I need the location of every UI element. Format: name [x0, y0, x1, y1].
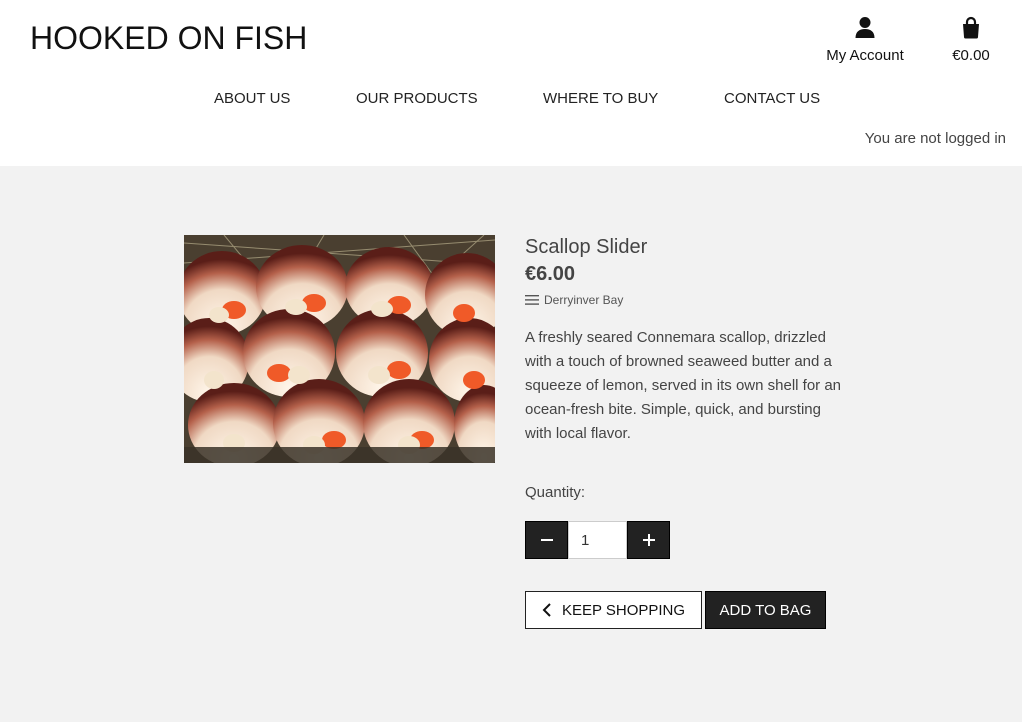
add-to-bag-label: ADD TO BAG — [719, 601, 812, 619]
product-price: €6.00 — [525, 263, 576, 285]
quantity-stepper — [525, 521, 670, 559]
site-logo[interactable]: HOOKED ON FISH — [30, 20, 307, 57]
bars-icon — [525, 295, 539, 305]
decrement-button[interactable] — [525, 521, 568, 559]
nav-our-products[interactable]: OUR PRODUCTS — [356, 90, 478, 107]
product-image — [184, 235, 495, 463]
keep-shopping-button[interactable]: KEEP SHOPPING — [525, 591, 702, 629]
site-header: HOOKED ON FISH My Account €0.00 ABOUT US… — [0, 0, 1022, 166]
bag-total: €0.00 — [952, 47, 990, 64]
user-icon — [854, 16, 876, 40]
product-category[interactable]: Derryinver Bay — [525, 293, 845, 307]
nav-contact-us[interactable]: CONTACT US — [724, 90, 820, 107]
product-category-label: Derryinver Bay — [544, 293, 624, 307]
plus-icon — [642, 534, 655, 546]
product-details: Scallop Slider €6.00 Derryinver Bay A fr… — [525, 236, 845, 446]
main-nav: ABOUT US OUR PRODUCTS WHERE TO BUY CONTA… — [0, 90, 1022, 110]
shopping-bag-icon — [960, 16, 982, 40]
product-description: A freshly seared Connemara scallop, driz… — [525, 329, 842, 442]
my-account-label: My Account — [826, 47, 904, 64]
nav-about-us[interactable]: ABOUT US — [214, 90, 290, 107]
increment-button[interactable] — [627, 521, 670, 559]
my-account-link[interactable]: My Account — [818, 16, 912, 64]
quantity-input[interactable] — [568, 521, 627, 559]
minus-icon — [540, 539, 553, 541]
login-status: You are not logged in — [864, 130, 1006, 147]
quantity-label: Quantity: — [525, 484, 586, 501]
nav-where-to-buy[interactable]: WHERE TO BUY — [543, 90, 658, 107]
add-to-bag-button[interactable]: ADD TO BAG — [705, 591, 826, 629]
shopping-bag-link[interactable]: €0.00 — [944, 16, 998, 64]
chevron-left-icon — [542, 603, 551, 617]
keep-shopping-label: KEEP SHOPPING — [561, 601, 686, 619]
product-name: Scallop Slider — [525, 236, 648, 258]
